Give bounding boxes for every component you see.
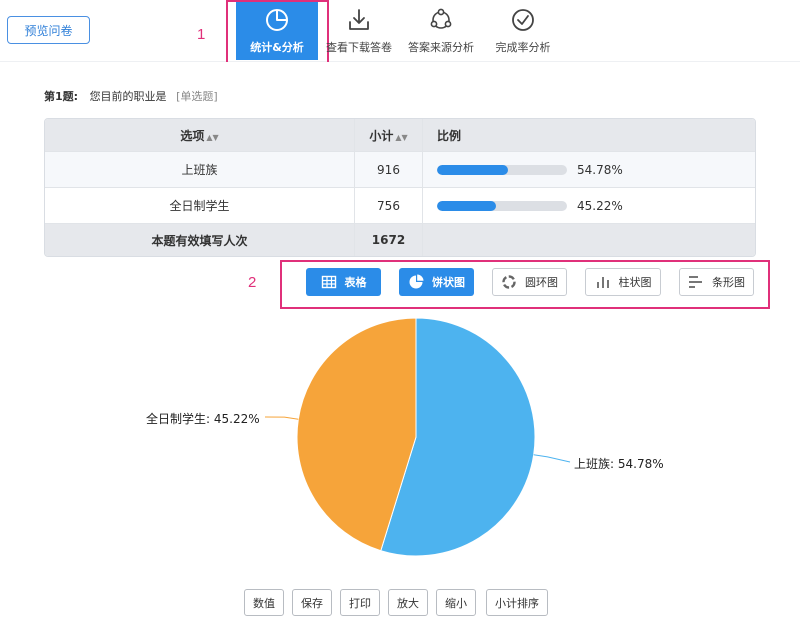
zoom-out-button[interactable]: 缩小	[436, 589, 476, 616]
save-button[interactable]: 保存	[292, 589, 332, 616]
pie-slice-label: 上班族: 54.78%	[574, 457, 664, 471]
pie-slice-label: 全日制学生: 45.22%	[146, 412, 260, 426]
sort-by-count-button[interactable]: 小计排序	[486, 589, 548, 616]
print-button[interactable]: 打印	[340, 589, 380, 616]
zoom-in-button[interactable]: 放大	[388, 589, 428, 616]
pie-chart	[264, 317, 571, 557]
pie-slices	[296, 317, 536, 557]
pie-leader-line	[264, 416, 299, 420]
show-values-button[interactable]: 数值	[244, 589, 284, 616]
pie-leader-line	[533, 454, 571, 463]
